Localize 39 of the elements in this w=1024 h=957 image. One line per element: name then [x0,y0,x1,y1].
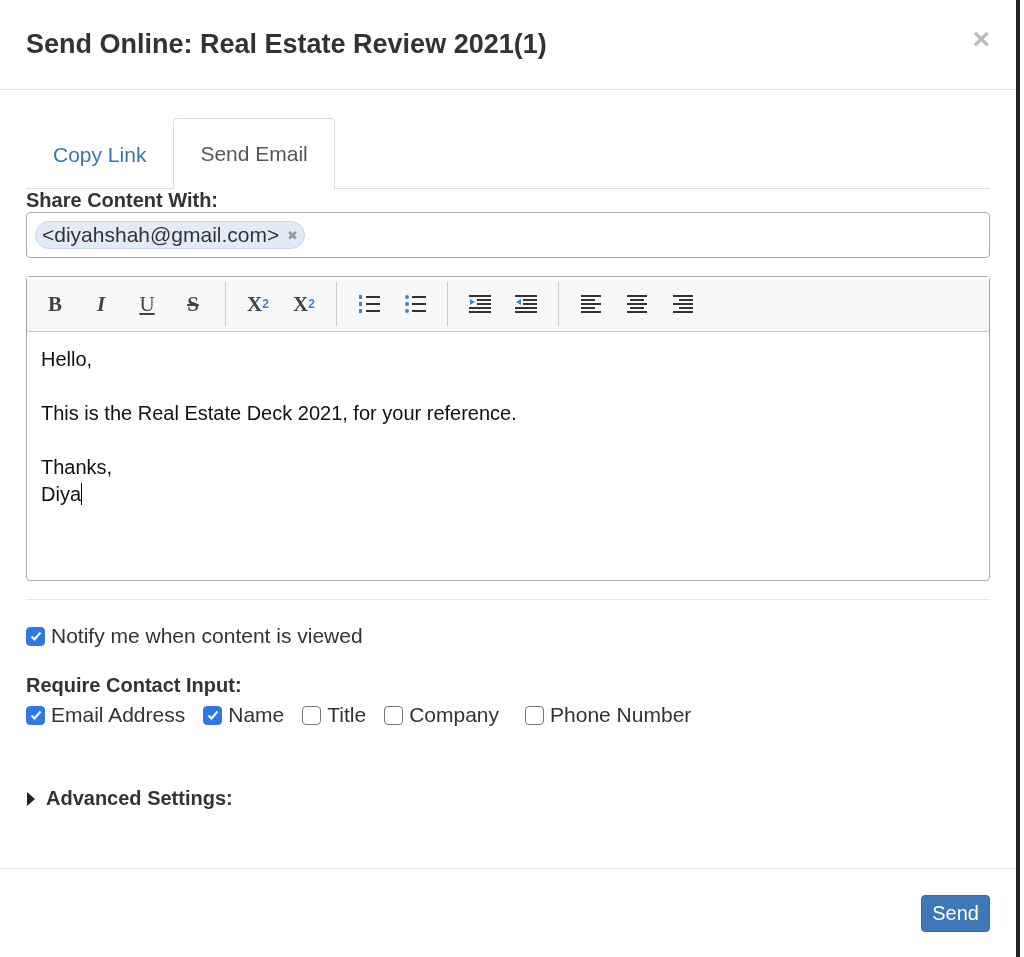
checkbox-label: Title [327,703,367,727]
message-line: Thanks, [41,455,114,480]
send-button[interactable]: Send [921,894,990,932]
message-line: Hello, [41,347,94,372]
checkbox[interactable] [302,705,322,725]
checkbox-label: Email Address [51,703,186,727]
numbered-list-icon [358,294,380,314]
checkbox-label: Phone Number [550,703,692,727]
recipient-field[interactable]: <diyahshah@gmail.com> ✖ [26,212,990,258]
message-line: Diya [41,482,84,507]
checkbox[interactable] [203,705,223,725]
share-label: Share Content With: [26,189,220,212]
bullet-list-icon [404,294,426,314]
italic-button[interactable]: I [81,286,121,322]
underline-button[interactable]: U [127,286,167,322]
tab[interactable]: Copy Link [26,119,174,189]
checkbox-label: Name [228,703,285,727]
align-right-icon [673,295,693,313]
dialog-title: Send Online: Real Estate Review 2021(1) [26,29,547,60]
checkbox[interactable] [26,626,45,646]
advanced-settings-toggle[interactable]: Advanced Settings: [46,787,233,810]
checkbox[interactable] [26,705,45,725]
align-left-icon [581,295,601,313]
checkbox[interactable] [384,705,404,725]
text-cursor [81,483,82,505]
outdent-icon [515,295,537,313]
message-line: This is the Real Estate Deck 2021, for your reference. [41,401,518,426]
checkbox[interactable] [525,705,545,725]
recipient-email: <diyahshah@gmail.com> [42,223,280,247]
checkbox-label: Company [409,703,500,727]
superscript-button[interactable]: X$^{2}$ [284,286,324,322]
strike-button[interactable]: S [173,286,213,322]
align-center-icon [627,295,647,313]
indent-icon [469,295,491,313]
tab[interactable]: Send Email [173,118,335,189]
caret-right-icon[interactable] [26,789,36,808]
section-heading: Require Contact Input: [26,674,243,697]
checkbox-label: Notify me when content is viewed [51,624,363,648]
bold-button[interactable]: B [35,286,75,322]
